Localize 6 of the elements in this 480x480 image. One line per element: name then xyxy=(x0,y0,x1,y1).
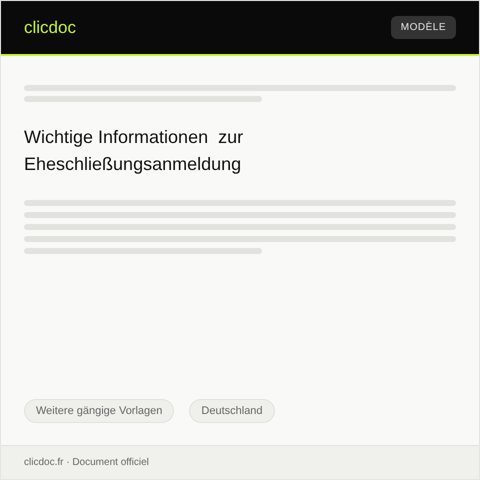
template-badge: MODÈLE xyxy=(390,16,456,39)
document-title: Wichtige Informationen zur Eheschließungsanmeldung xyxy=(24,126,244,176)
tag-chip[interactable]: Weitere gängige Vorlagen xyxy=(24,398,174,423)
tag-chip[interactable]: Deutschland xyxy=(189,398,275,423)
footer-text: clicdoc.fr · Document officiel xyxy=(24,456,149,470)
logo: clicdoc xyxy=(24,16,76,39)
